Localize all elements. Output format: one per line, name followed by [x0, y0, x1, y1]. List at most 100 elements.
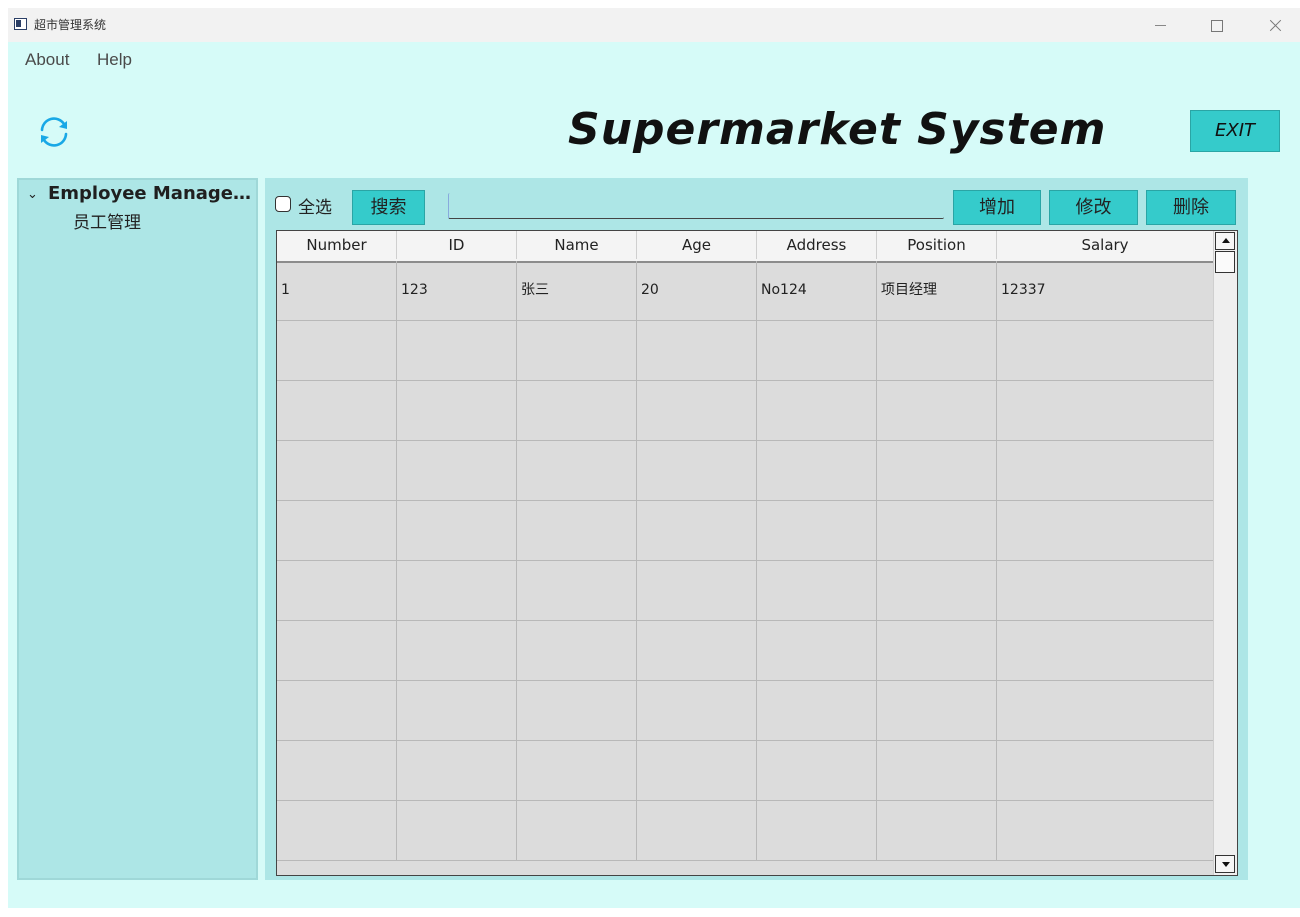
cell-id[interactable]: [397, 801, 517, 860]
column-header-salary[interactable]: Salary: [997, 231, 1213, 259]
cell-name[interactable]: [517, 801, 637, 860]
cell-salary[interactable]: [997, 741, 1213, 800]
cell-age[interactable]: [637, 801, 757, 860]
cell-id[interactable]: 123: [397, 261, 517, 320]
vertical-scrollbar[interactable]: [1213, 231, 1237, 875]
minimize-button[interactable]: [1138, 8, 1184, 42]
cell-position[interactable]: [877, 381, 997, 440]
search-button[interactable]: 搜索: [352, 190, 425, 225]
table-row[interactable]: [277, 801, 1213, 861]
table-row[interactable]: [277, 621, 1213, 681]
cell-address[interactable]: [757, 801, 877, 860]
cell-salary[interactable]: [997, 321, 1213, 380]
cell-id[interactable]: [397, 621, 517, 680]
refresh-icon[interactable]: [34, 112, 74, 152]
cell-name[interactable]: 张三: [517, 261, 637, 320]
cell-address[interactable]: No124: [757, 261, 877, 320]
cell-age[interactable]: 20: [637, 261, 757, 320]
cell-salary[interactable]: [997, 621, 1213, 680]
cell-salary[interactable]: [997, 381, 1213, 440]
add-button[interactable]: 增加: [953, 190, 1041, 225]
tree-item-employee-manage[interactable]: 员工管理: [73, 208, 141, 233]
cell-name[interactable]: [517, 741, 637, 800]
exit-button[interactable]: EXIT: [1190, 110, 1280, 152]
cell-name[interactable]: [517, 441, 637, 500]
cell-address[interactable]: [757, 381, 877, 440]
column-header-address[interactable]: Address: [757, 231, 877, 259]
table-row[interactable]: [277, 321, 1213, 381]
cell-number[interactable]: [277, 441, 397, 500]
maximize-button[interactable]: [1193, 8, 1239, 42]
cell-number[interactable]: [277, 561, 397, 620]
cell-id[interactable]: [397, 741, 517, 800]
cell-name[interactable]: [517, 621, 637, 680]
cell-name[interactable]: [517, 321, 637, 380]
cell-id[interactable]: [397, 321, 517, 380]
scroll-up-icon[interactable]: [1215, 232, 1235, 250]
column-header-age[interactable]: Age: [637, 231, 757, 259]
cell-address[interactable]: [757, 741, 877, 800]
cell-salary[interactable]: 12337: [997, 261, 1213, 320]
table-row[interactable]: 1 123 张三 20 No124 项目经理 12337: [277, 261, 1213, 321]
cell-position[interactable]: [877, 561, 997, 620]
edit-button[interactable]: 修改: [1049, 190, 1138, 225]
cell-number[interactable]: 1: [277, 261, 397, 320]
cell-name[interactable]: [517, 561, 637, 620]
cell-age[interactable]: [637, 501, 757, 560]
cell-position[interactable]: [877, 441, 997, 500]
menu-about[interactable]: About: [25, 50, 69, 70]
cell-id[interactable]: [397, 441, 517, 500]
cell-age[interactable]: [637, 741, 757, 800]
menu-help[interactable]: Help: [97, 50, 132, 70]
cell-id[interactable]: [397, 501, 517, 560]
column-header-id[interactable]: ID: [397, 231, 517, 259]
cell-number[interactable]: [277, 621, 397, 680]
cell-position[interactable]: 项目经理: [877, 261, 997, 320]
cell-position[interactable]: [877, 621, 997, 680]
cell-position[interactable]: [877, 741, 997, 800]
cell-salary[interactable]: [997, 501, 1213, 560]
close-button[interactable]: [1252, 8, 1298, 42]
cell-number[interactable]: [277, 801, 397, 860]
cell-address[interactable]: [757, 501, 877, 560]
cell-name[interactable]: [517, 381, 637, 440]
cell-address[interactable]: [757, 441, 877, 500]
cell-id[interactable]: [397, 561, 517, 620]
cell-position[interactable]: [877, 321, 997, 380]
cell-salary[interactable]: [997, 441, 1213, 500]
search-input[interactable]: [448, 193, 944, 219]
cell-position[interactable]: [877, 801, 997, 860]
cell-age[interactable]: [637, 321, 757, 380]
cell-id[interactable]: [397, 381, 517, 440]
column-header-number[interactable]: Number: [277, 231, 397, 259]
select-all-checkbox[interactable]: [275, 196, 291, 212]
cell-age[interactable]: [637, 681, 757, 740]
cell-salary[interactable]: [997, 801, 1213, 860]
tree-item-employee-management[interactable]: Employee Managem...: [48, 183, 256, 204]
column-header-position[interactable]: Position: [877, 231, 997, 259]
table-row[interactable]: [277, 741, 1213, 801]
scroll-down-icon[interactable]: [1215, 855, 1235, 873]
cell-address[interactable]: [757, 321, 877, 380]
cell-number[interactable]: [277, 681, 397, 740]
cell-age[interactable]: [637, 561, 757, 620]
cell-name[interactable]: [517, 681, 637, 740]
table-row[interactable]: [277, 441, 1213, 501]
table-row[interactable]: [277, 681, 1213, 741]
cell-number[interactable]: [277, 381, 397, 440]
cell-age[interactable]: [637, 381, 757, 440]
cell-number[interactable]: [277, 321, 397, 380]
cell-address[interactable]: [757, 621, 877, 680]
scroll-thumb[interactable]: [1215, 251, 1235, 273]
cell-position[interactable]: [877, 681, 997, 740]
column-header-name[interactable]: Name: [517, 231, 637, 259]
cell-age[interactable]: [637, 441, 757, 500]
cell-age[interactable]: [637, 621, 757, 680]
cell-id[interactable]: [397, 681, 517, 740]
table-row[interactable]: [277, 501, 1213, 561]
table-row[interactable]: [277, 381, 1213, 441]
cell-name[interactable]: [517, 501, 637, 560]
cell-address[interactable]: [757, 561, 877, 620]
table-row[interactable]: [277, 561, 1213, 621]
cell-number[interactable]: [277, 501, 397, 560]
